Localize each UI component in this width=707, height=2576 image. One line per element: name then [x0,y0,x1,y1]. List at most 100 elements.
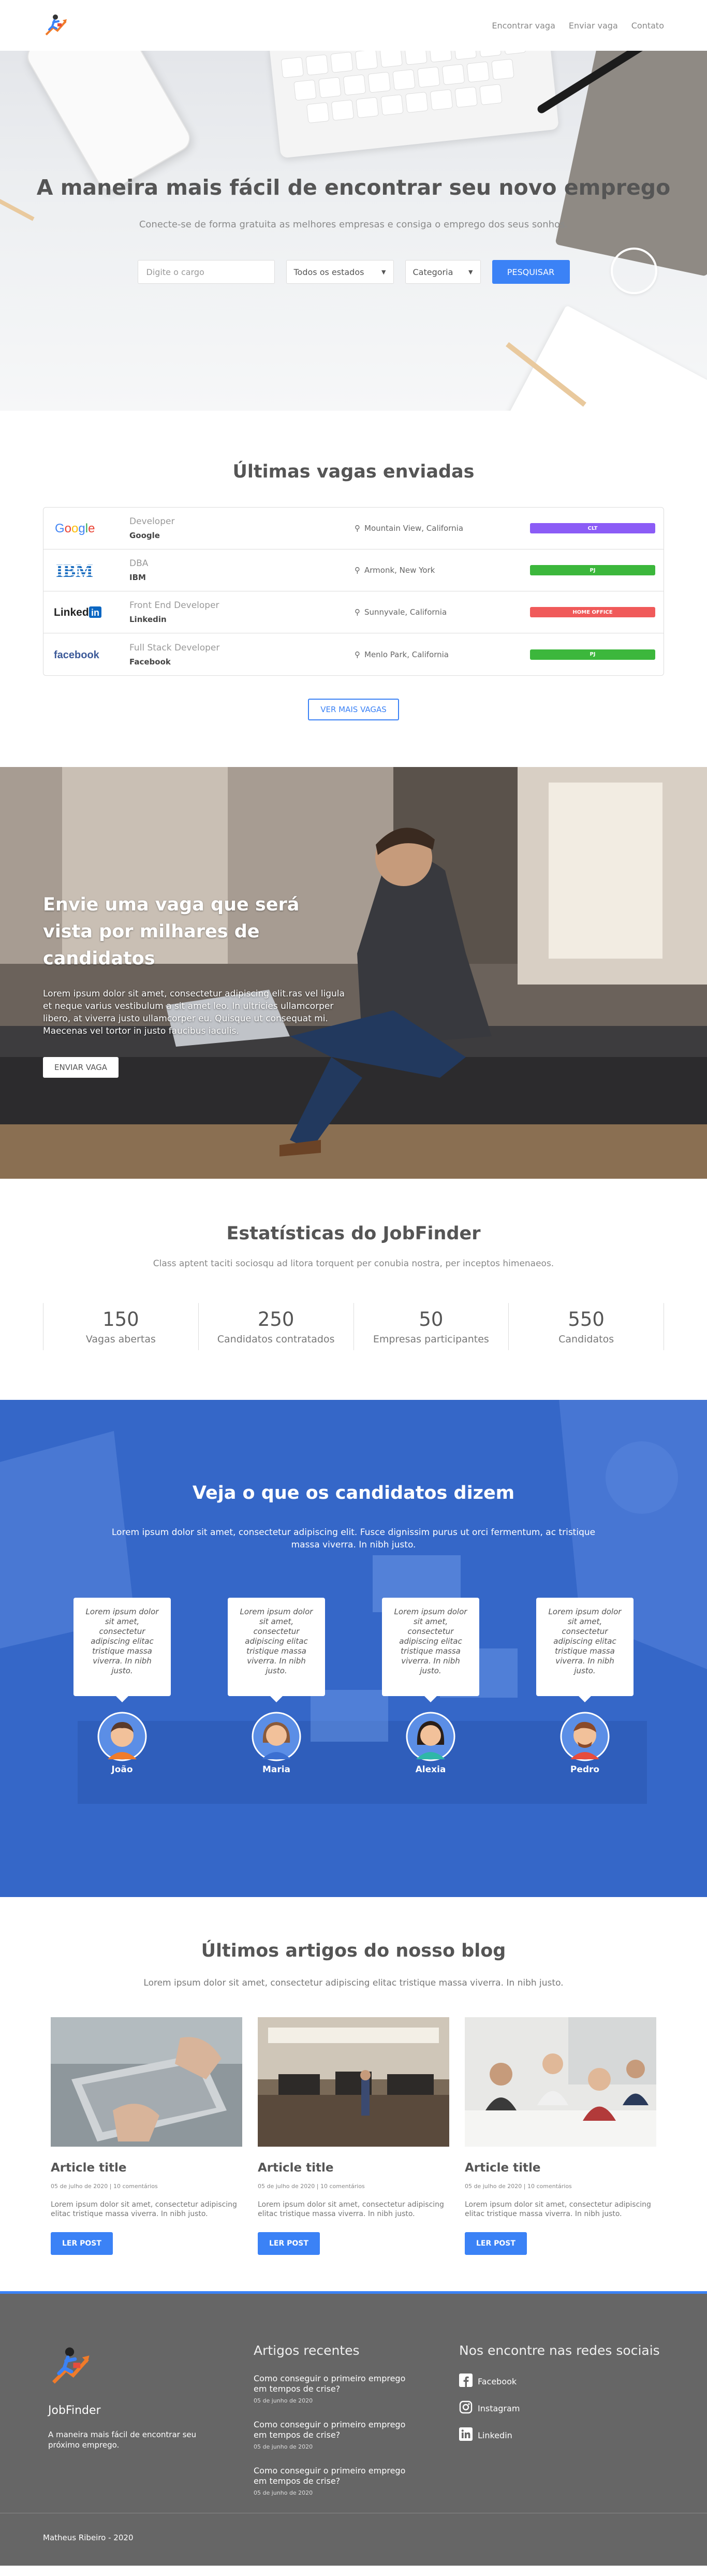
job-title: DBA [129,558,149,569]
jobfinder-logo[interactable] [48,2343,214,2392]
jobfinder-logo[interactable] [43,12,70,39]
stat-label: Candidatos contratados [217,1334,335,1345]
job-title: Developer [129,516,175,527]
read-post-button[interactable]: LER POST [465,2232,527,2255]
section-title: Veja o que os candidatos dizem [192,1483,515,1503]
facebook-icon [459,2374,473,2389]
section-subtitle: Lorem ipsum dolor sit amet, consectetur … [111,1527,596,1550]
recent-article: Como conseguir o primeiro emprego em tem… [254,2374,409,2404]
team-meeting-photo[interactable] [465,2017,656,2147]
nav-link-post-job[interactable]: Enviar vaga [569,21,618,31]
svg-text:facebook: facebook [54,649,100,661]
job-row[interactable]: IBM DBA IBM ⚲ Armonk, New York PJ [43,549,664,591]
blog-post-excerpt: Lorem ipsum dolor sit amet, consectetur … [51,2201,237,2218]
testimonial-card: Lorem ipsum dolor sit amet, consectetur … [382,1598,479,1775]
stat-label: Candidatos [558,1334,614,1345]
recent-article-title[interactable]: Como conseguir o primeiro emprego em tem… [254,2420,409,2440]
recent-article: Como conseguir o primeiro emprego em tem… [254,2420,409,2450]
ibm-logo: IBM [52,557,124,583]
nav-link-find-job[interactable]: Encontrar vaga [492,21,555,31]
svg-text:in: in [91,607,99,618]
svg-text:Google: Google [55,522,95,536]
testimonial-quote: Lorem ipsum dolor sit amet, consectetur … [382,1598,479,1702]
post-job-content: Envie uma vaga que será vista por milhar… [43,891,354,1078]
blog-post-meta: 05 de julho de 2020 | 10 comentários [258,2183,365,2190]
location-pin-icon: ⚲ [355,607,360,617]
blog-post-meta: 05 de julho de 2020 | 10 comentários [465,2183,572,2190]
social-link-facebook[interactable]: Facebook [459,2374,660,2389]
job-type-badge: PJ [530,565,655,575]
social-link-linkedin[interactable]: Linkedin [459,2427,660,2443]
blog-section: Últimos artigos do nosso blog Lorem ipsu… [0,1897,707,2291]
nav-links: Encontrar vaga Enviar vaga Contato [492,21,664,31]
footer-bottom-bar: Matheus Ribeiro - 2020 [0,2513,707,2566]
spiral-notebook-image [503,305,707,411]
testimonial-quote: Lorem ipsum dolor sit amet, consectetur … [228,1598,325,1702]
blog-post-title[interactable]: Article title [51,2161,242,2175]
social-link-instagram[interactable]: Instagram [459,2400,660,2416]
see-more-jobs-button[interactable]: VER MAIS VAGAS [308,699,399,720]
laptop-photo[interactable] [51,2017,242,2147]
job-title-input[interactable]: Digite o cargo [137,260,275,284]
stat-item: 250 Candidatos contratados [198,1303,354,1350]
blog-post-title[interactable]: Article title [465,2161,656,2175]
testimonial-name: Alexia [415,1764,446,1775]
recent-article-title[interactable]: Como conseguir o primeiro emprego em tem… [254,2374,409,2394]
job-type-badge: HOME OFFICE [530,607,655,617]
recent-article-title[interactable]: Como conseguir o primeiro emprego em tem… [254,2466,409,2486]
blog-post-title[interactable]: Article title [258,2161,449,2175]
job-location: Mountain View, California [364,524,464,533]
stat-item: 50 Empresas participantes [353,1303,509,1350]
stat-label: Empresas participantes [373,1334,489,1345]
blog-post-meta: 05 de julho de 2020 | 10 comentários [51,2183,158,2190]
state-select[interactable]: Todos os estados ▼ [286,260,394,284]
job-location: Menlo Park, California [364,649,449,659]
post-job-text: Lorem ipsum dolor sit amet, consectetur … [43,989,345,1036]
linkedin-icon [459,2427,473,2443]
copyright-text: Matheus Ribeiro - 2020 [43,2533,134,2542]
stat-value: 150 [102,1308,139,1330]
section-subtitle: Lorem ipsum dolor sit amet, consectetur … [143,1978,564,1988]
office-photo[interactable] [258,2017,449,2147]
linkedin-logo: Linked in [52,599,124,625]
category-select[interactable]: Categoria ▼ [405,260,481,284]
footer-column-title: Nos encontre nas redes sociais [459,2343,660,2358]
job-row[interactable]: Google Developer Google ⚲ Mountain View, … [43,508,664,549]
blog-posts: Article title 05 de julho de 2020 | 10 c… [0,2017,707,2255]
blog-post-excerpt: Lorem ipsum dolor sit amet, consectetur … [258,2201,444,2218]
testimonial-card: Lorem ipsum dolor sit amet, consectetur … [228,1598,325,1775]
social-label: Facebook [478,2376,517,2386]
job-row[interactable]: Linked in Front End Developer Linkedin ⚲ S… [43,591,664,633]
hero-title: A maneira mais fácil de encontrar seu no… [36,175,671,200]
section-title: Últimos artigos do nosso blog [201,1941,506,1961]
svg-text:IBM: IBM [56,560,93,581]
search-button[interactable]: PESQUISAR [492,260,570,284]
avatar [97,1712,147,1761]
keyboard-image [269,51,559,158]
job-row[interactable]: facebook Full Stack Developer Facebook ⚲… [43,633,664,675]
job-type-badge: CLT [530,523,655,533]
footer-recent-articles: Artigos recentes Como conseguir o primei… [254,2343,409,2496]
avatar [560,1712,610,1761]
section-title: Últimas vagas enviadas [232,461,475,482]
read-post-button[interactable]: LER POST [51,2232,113,2255]
stats-section: Estatísticas do JobFinder Class aptent t… [0,1179,707,1400]
latest-jobs-section: Últimas vagas enviadas Google Developer … [0,411,707,767]
post-job-title: Envie uma vaga que será vista por milhar… [43,894,300,969]
post-job-button[interactable]: ENVIAR VAGA [43,1057,119,1078]
phone-image [22,51,195,195]
read-post-button[interactable]: LER POST [258,2232,320,2255]
post-job-section: Envie uma vaga que será vista por milhar… [0,767,707,1179]
avatar [252,1712,301,1761]
testimonial-name: Maria [262,1764,291,1775]
recent-article-date: 05 de junho de 2020 [254,2397,313,2404]
nav-link-contact[interactable]: Contato [631,21,664,31]
google-logo: Google [52,515,124,541]
facebook-logo: facebook [52,642,124,668]
testimonial-name: João [111,1764,133,1775]
testimonial-cards: Lorem ipsum dolor sit amet, consectetur … [0,1598,707,1775]
job-company: IBM [129,573,146,582]
section-subtitle: Class aptent taciti sociosqu ad litora t… [153,1258,554,1269]
stat-label: Vagas abertas [85,1334,156,1345]
hero-section: A maneira mais fácil de encontrar seu no… [0,51,707,411]
